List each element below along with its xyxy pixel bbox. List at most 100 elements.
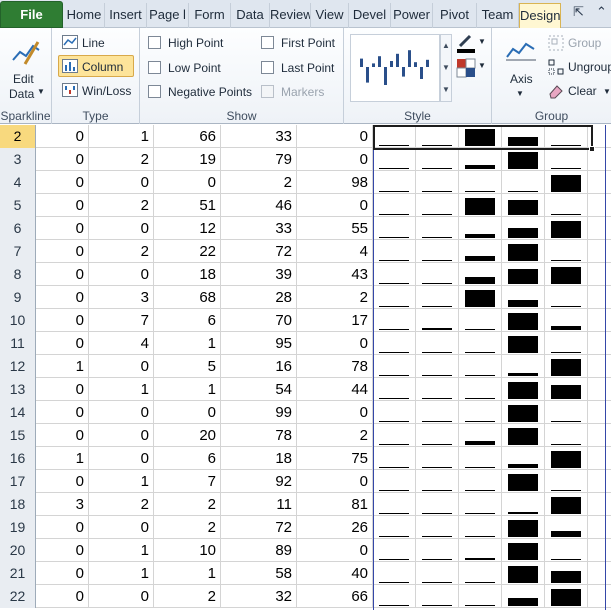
sparkline-cell[interactable] [502,309,545,332]
gallery-scroll[interactable]: ▲ ▼ ▼ [440,34,452,102]
cell-value[interactable]: 98 [297,171,373,194]
sparkline-cell[interactable] [459,401,502,424]
edit-data-button[interactable]: Edit Data ▼ [2,34,48,106]
sparkline-cell[interactable] [373,378,416,401]
gallery-down-icon[interactable]: ▼ [441,57,451,79]
sparkline-cell[interactable] [416,585,459,608]
cell-value[interactable]: 0 [36,240,89,263]
cell-value[interactable]: 78 [297,355,373,378]
cell-value[interactable]: 7 [154,470,221,493]
sparkline-cell[interactable] [545,286,588,309]
sparkline-cell[interactable] [459,424,502,447]
cell-value[interactable]: 2 [89,240,154,263]
sparkline-cell[interactable] [545,194,588,217]
cell-value[interactable]: 19 [154,148,221,171]
sparkline-cell[interactable] [459,194,502,217]
axis-button[interactable]: Axis ▼ [500,34,540,106]
cell-value[interactable]: 81 [297,493,373,516]
sparkline-cell[interactable] [502,401,545,424]
winloss-type-button[interactable]: Win/Loss [58,79,134,101]
sparkline-cell[interactable] [545,493,588,516]
sparkline-cell[interactable] [545,240,588,263]
row-header[interactable]: 4 [0,171,36,194]
cell-value[interactable]: 58 [221,562,297,585]
sparkline-color-button[interactable]: ▼ [456,34,488,56]
cell-value[interactable]: 1 [154,332,221,355]
cell-value[interactable]: 33 [221,125,297,148]
sparkline-cell[interactable] [459,355,502,378]
sparkline-cell[interactable] [459,470,502,493]
sparkline-cell[interactable] [545,148,588,171]
first-point-checkbox[interactable] [261,36,274,49]
cell-value[interactable]: 1 [89,378,154,401]
sparkline-cell[interactable] [502,148,545,171]
cell-value[interactable]: 28 [221,286,297,309]
sparkline-cell[interactable] [502,171,545,194]
cell-value[interactable]: 72 [221,240,297,263]
sparkline-cell[interactable] [459,286,502,309]
column-type-button[interactable]: Column [58,55,134,77]
sparkline-cell[interactable] [459,585,502,608]
sparkline-cell[interactable] [373,585,416,608]
cell-value[interactable]: 2 [154,516,221,539]
sparkline-cell[interactable] [545,263,588,286]
sparkline-cell[interactable] [459,217,502,240]
cell-value[interactable]: 1 [154,378,221,401]
cell-value[interactable]: 92 [221,470,297,493]
cell-value[interactable]: 4 [89,332,154,355]
high-point-checkbox[interactable] [148,36,161,49]
cell-value[interactable]: 55 [297,217,373,240]
cell-value[interactable]: 0 [36,516,89,539]
sparkline-cell[interactable] [416,562,459,585]
sparkline-cell[interactable] [545,217,588,240]
sparkline-cell[interactable] [459,125,502,148]
cell-value[interactable]: 0 [89,447,154,470]
gallery-more-icon[interactable]: ▼ [441,79,451,101]
cell-value[interactable]: 44 [297,378,373,401]
sparkline-cell[interactable] [416,194,459,217]
cell-value[interactable]: 2 [297,286,373,309]
sparkline-cell[interactable] [502,539,545,562]
cell-value[interactable]: 2 [154,585,221,608]
cell-value[interactable]: 79 [221,148,297,171]
cell-value[interactable]: 18 [221,447,297,470]
cell-value[interactable]: 68 [154,286,221,309]
sparkline-cell[interactable] [373,401,416,424]
tab-devel[interactable]: Devel [349,3,391,28]
row-header[interactable]: 2 [0,125,36,148]
sparkline-cell[interactable] [416,171,459,194]
cell-value[interactable]: 0 [36,562,89,585]
tab-file[interactable]: File [0,1,63,28]
row-header[interactable]: 3 [0,148,36,171]
cell-value[interactable]: 0 [89,217,154,240]
cell-value[interactable]: 0 [297,539,373,562]
row-header[interactable]: 17 [0,470,36,493]
sparkline-cell[interactable] [416,401,459,424]
row-header[interactable]: 18 [0,493,36,516]
cell-value[interactable]: 51 [154,194,221,217]
sparkline-cell[interactable] [502,263,545,286]
cell-value[interactable]: 99 [221,401,297,424]
sparkline-cell[interactable] [459,562,502,585]
cell-value[interactable]: 46 [221,194,297,217]
cell-value[interactable]: 0 [36,125,89,148]
sparkline-cell[interactable] [373,447,416,470]
sparkline-cell[interactable] [459,309,502,332]
row-header[interactable]: 21 [0,562,36,585]
sparkline-cell[interactable] [416,148,459,171]
cell-value[interactable]: 1 [36,355,89,378]
cell-value[interactable]: 0 [89,424,154,447]
last-point-checkbox[interactable] [261,61,274,74]
sparkline-cell[interactable] [416,240,459,263]
sparkline-cell[interactable] [459,493,502,516]
sparkline-cell[interactable] [502,217,545,240]
sparkline-cell[interactable] [459,171,502,194]
cell-value[interactable]: 0 [89,585,154,608]
sparkline-cell[interactable] [545,378,588,401]
tab-home[interactable]: Home [64,3,105,28]
sparkline-cell[interactable] [416,263,459,286]
sparkline-cell[interactable] [373,539,416,562]
cell-value[interactable]: 1 [89,562,154,585]
row-header[interactable]: 13 [0,378,36,401]
row-header[interactable]: 19 [0,516,36,539]
